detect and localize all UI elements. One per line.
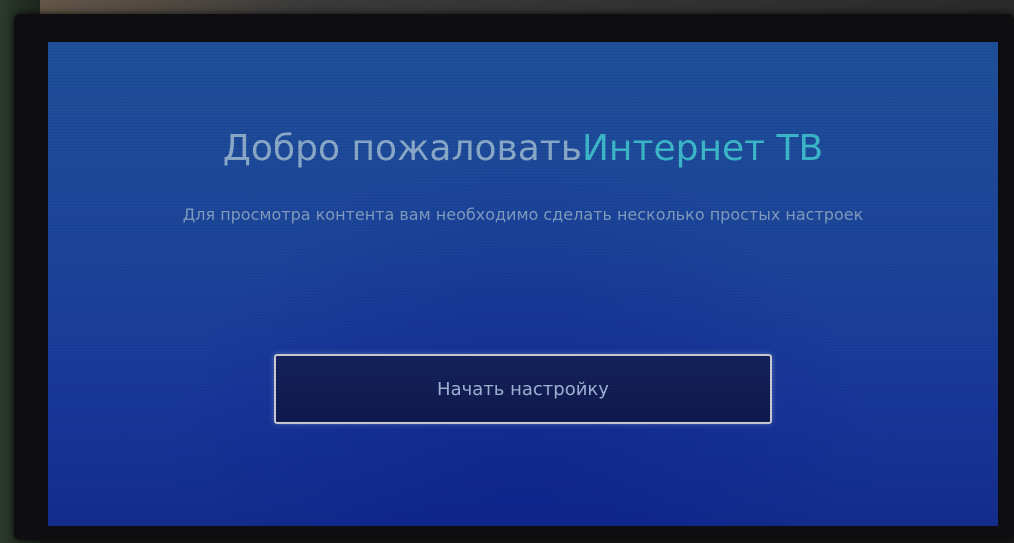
tv-screen: Добро пожаловатьИнтернет ТВ Для просмотр… (48, 42, 998, 526)
screen-scanlines (48, 42, 998, 526)
welcome-title-greeting: Добро пожаловать (222, 128, 582, 169)
start-setup-button-label: Начать настройку (437, 378, 609, 400)
welcome-title-service-name: Интернет ТВ (582, 128, 824, 169)
start-setup-button[interactable]: Начать настройку (274, 354, 772, 424)
photo-frame: Добро пожаловатьИнтернет ТВ Для просмотр… (0, 0, 1014, 543)
welcome-title: Добро пожаловатьИнтернет ТВ (48, 128, 998, 169)
welcome-subtitle: Для просмотра контента вам необходимо сд… (182, 205, 864, 224)
